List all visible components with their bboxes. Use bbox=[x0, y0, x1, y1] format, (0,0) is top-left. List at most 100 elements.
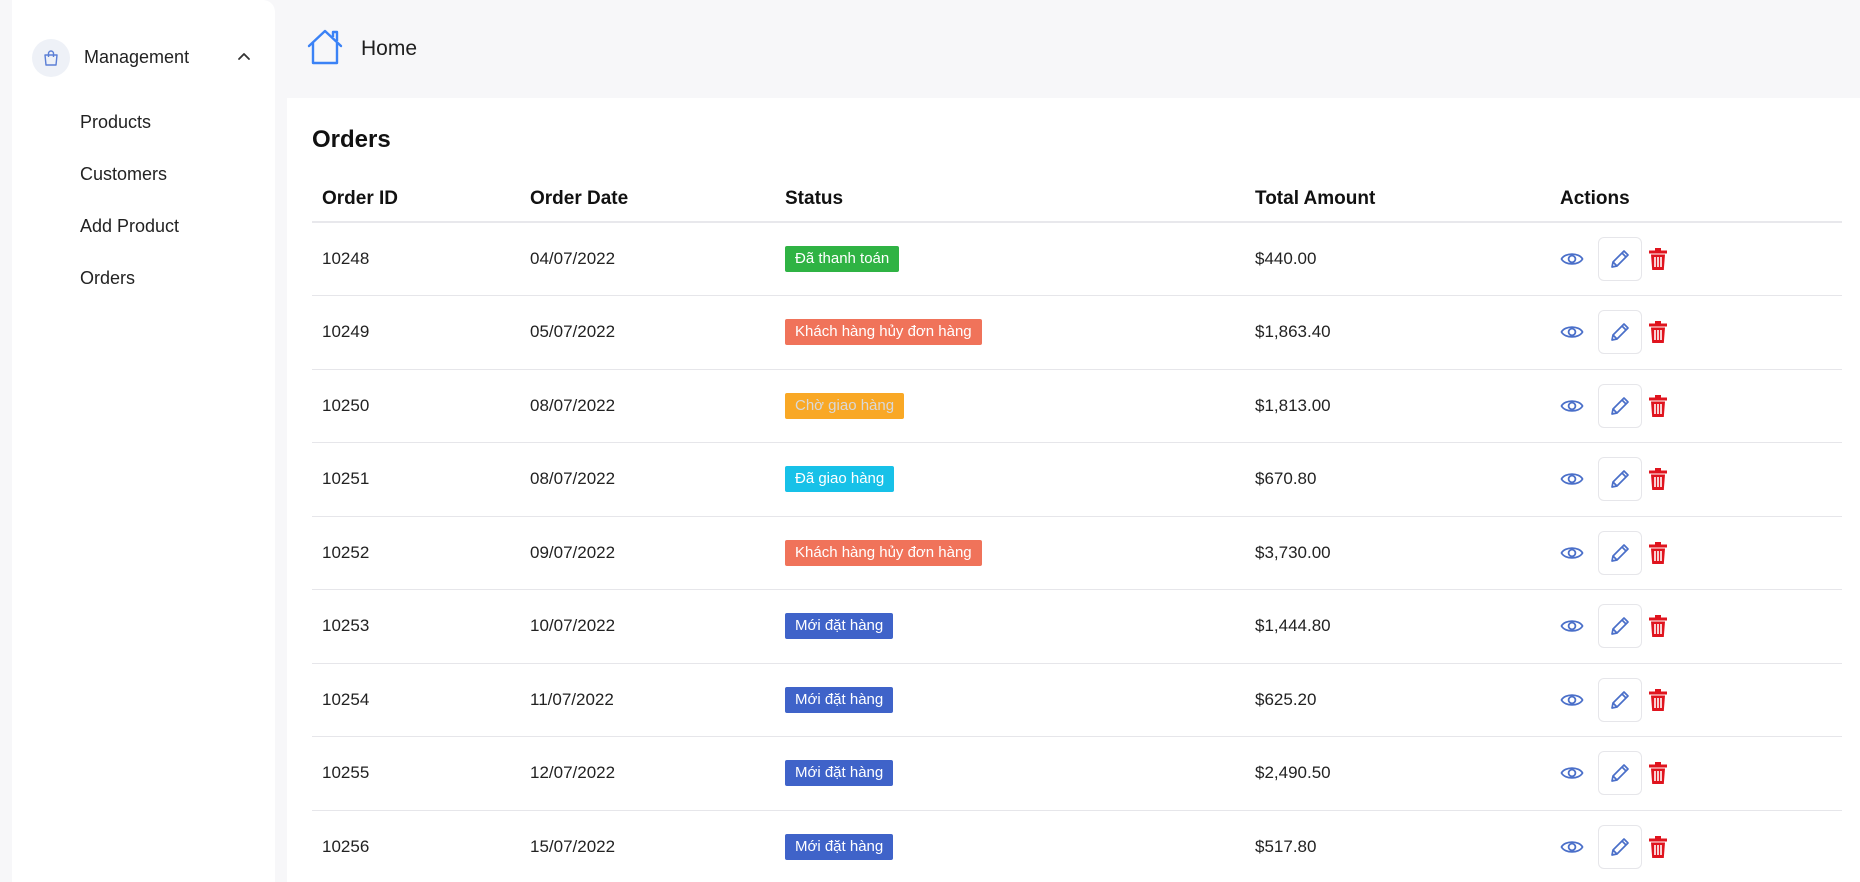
total-amount-cell: $3,730.00 bbox=[1245, 516, 1550, 590]
pencil-icon[interactable] bbox=[1598, 237, 1642, 281]
eye-icon[interactable] bbox=[1560, 838, 1590, 856]
trash-icon[interactable] bbox=[1647, 247, 1669, 271]
table-row: 10253 10/07/2022 Mới đặt hàng $1,444.80 bbox=[312, 589, 1842, 664]
status-badge: Khách hàng hủy đơn hàng bbox=[785, 539, 982, 566]
status-badge: Đã giao hàng bbox=[785, 466, 895, 493]
eye-icon[interactable] bbox=[1560, 544, 1590, 562]
order-id-cell: 10255 bbox=[312, 736, 520, 811]
pencil-icon[interactable] bbox=[1598, 457, 1642, 502]
table-row: 10248 04/07/2022 Đã thanh toán $440.00 bbox=[312, 222, 1842, 296]
pencil-icon[interactable] bbox=[1598, 530, 1642, 575]
order-id-cell: 10253 bbox=[312, 589, 520, 664]
order-date-cell: 12/07/2022 bbox=[520, 736, 775, 811]
pencil-icon[interactable] bbox=[1598, 383, 1642, 428]
actions-cell bbox=[1550, 442, 1842, 517]
column-header-status: Status bbox=[775, 176, 1245, 223]
order-date-cell: 11/07/2022 bbox=[520, 663, 775, 737]
trash-icon[interactable] bbox=[1647, 467, 1669, 491]
total-amount-cell: $670.80 bbox=[1245, 442, 1550, 517]
actions-cell bbox=[1550, 222, 1842, 296]
pencil-icon[interactable] bbox=[1598, 604, 1642, 649]
column-header-actions: Actions bbox=[1550, 176, 1842, 223]
pencil-icon[interactable] bbox=[1598, 824, 1642, 869]
pencil-icon[interactable] bbox=[1598, 751, 1642, 796]
eye-icon[interactable] bbox=[1560, 397, 1590, 415]
sidebar-item-customers[interactable]: Customers bbox=[80, 164, 167, 185]
pencil-icon[interactable] bbox=[1598, 310, 1642, 355]
trash-icon[interactable] bbox=[1647, 688, 1669, 712]
trash-icon[interactable] bbox=[1647, 614, 1669, 638]
table-row: 10252 09/07/2022 Khách hàng hủy đơn hàng… bbox=[312, 516, 1842, 590]
order-id-cell: 10248 bbox=[312, 222, 520, 296]
eye-icon[interactable] bbox=[1560, 691, 1590, 709]
order-date: 05/07/2022 bbox=[530, 322, 616, 342]
status-cell: Khách hàng hủy đơn hàng bbox=[775, 516, 1245, 590]
trash-icon[interactable] bbox=[1647, 541, 1669, 565]
status-cell: Chờ giao hàng bbox=[775, 369, 1245, 443]
trash-icon[interactable] bbox=[1647, 394, 1669, 418]
table-row: 10254 11/07/2022 Mới đặt hàng $625.20 bbox=[312, 663, 1842, 737]
column-header-order-id: Order ID bbox=[312, 176, 520, 223]
order-date-cell: 10/07/2022 bbox=[520, 589, 775, 664]
breadcrumb: Home bbox=[275, 0, 1860, 98]
order-id: 10253 bbox=[322, 616, 370, 636]
order-date-cell: 08/07/2022 bbox=[520, 369, 775, 443]
order-id-cell: 10256 bbox=[312, 810, 520, 882]
status-cell: Đã thanh toán bbox=[775, 222, 1245, 296]
total-amount-cell: $1,863.40 bbox=[1245, 295, 1550, 370]
table-row: 10249 05/07/2022 Khách hàng hủy đơn hàng… bbox=[312, 295, 1842, 370]
order-id: 10251 bbox=[322, 469, 370, 489]
eye-icon[interactable] bbox=[1560, 323, 1590, 341]
total-amount-cell: $625.20 bbox=[1245, 663, 1550, 737]
order-id: 10250 bbox=[322, 395, 370, 415]
actions-cell bbox=[1550, 810, 1842, 882]
sidebar-group-label: Management bbox=[84, 47, 190, 67]
order-id: 10248 bbox=[322, 249, 370, 268]
trash-icon[interactable] bbox=[1647, 320, 1669, 344]
order-date-cell: 08/07/2022 bbox=[520, 442, 775, 517]
order-id: 10255 bbox=[322, 763, 370, 783]
total-amount: $517.80 bbox=[1255, 836, 1317, 856]
status-cell: Đã giao hàng bbox=[775, 442, 1245, 517]
column-header-total-amount: Total Amount bbox=[1245, 176, 1550, 223]
actions-cell bbox=[1550, 663, 1842, 737]
order-id-cell: 10251 bbox=[312, 442, 520, 517]
pencil-icon[interactable] bbox=[1598, 677, 1642, 722]
total-amount-cell: $1,813.00 bbox=[1245, 369, 1550, 443]
trash-icon[interactable] bbox=[1647, 835, 1669, 859]
table-row: 10255 12/07/2022 Mới đặt hàng $2,490.50 bbox=[312, 736, 1842, 811]
total-amount: $1,444.80 bbox=[1255, 616, 1331, 636]
order-date: 08/07/2022 bbox=[530, 395, 616, 415]
sidebar-item-orders[interactable]: Orders bbox=[80, 268, 135, 289]
orders-table: Order ID Order Date Status Total Amount … bbox=[312, 176, 1842, 882]
eye-icon[interactable] bbox=[1560, 250, 1590, 268]
order-date-cell: 04/07/2022 bbox=[520, 222, 775, 296]
order-date: 11/07/2022 bbox=[530, 689, 614, 709]
eye-icon[interactable] bbox=[1560, 764, 1590, 782]
order-id-cell: 10254 bbox=[312, 663, 520, 737]
order-id-cell: 10250 bbox=[312, 369, 520, 443]
home-link[interactable]: Home bbox=[361, 37, 417, 61]
status-badge: Mới đặt hàng bbox=[785, 613, 894, 640]
total-amount: $1,813.00 bbox=[1255, 395, 1331, 415]
sidebar-item-add-product[interactable]: Add Product bbox=[80, 216, 179, 237]
total-amount: $2,490.50 bbox=[1255, 763, 1331, 783]
order-date-cell: 09/07/2022 bbox=[520, 516, 775, 590]
chevron-up-icon[interactable] bbox=[236, 48, 252, 69]
order-id: 10249 bbox=[322, 322, 370, 342]
sidebar-group-management[interactable]: Management bbox=[30, 35, 260, 80]
table-header-row: Order ID Order Date Status Total Amount … bbox=[312, 176, 1842, 223]
order-id: 10256 bbox=[322, 836, 370, 856]
status-badge: Đã thanh toán bbox=[785, 246, 900, 272]
total-amount: $440.00 bbox=[1255, 249, 1317, 268]
table-row: 10256 15/07/2022 Mới đặt hàng $517.80 bbox=[312, 810, 1842, 882]
total-amount-cell: $517.80 bbox=[1245, 810, 1550, 882]
eye-icon[interactable] bbox=[1560, 617, 1590, 635]
order-id: 10254 bbox=[322, 689, 370, 709]
trash-icon[interactable] bbox=[1647, 761, 1669, 785]
status-cell: Khách hàng hủy đơn hàng bbox=[775, 295, 1245, 370]
home-icon[interactable] bbox=[305, 27, 345, 72]
sidebar-item-products[interactable]: Products bbox=[80, 112, 151, 133]
eye-icon[interactable] bbox=[1560, 470, 1590, 488]
order-id-cell: 10249 bbox=[312, 295, 520, 370]
